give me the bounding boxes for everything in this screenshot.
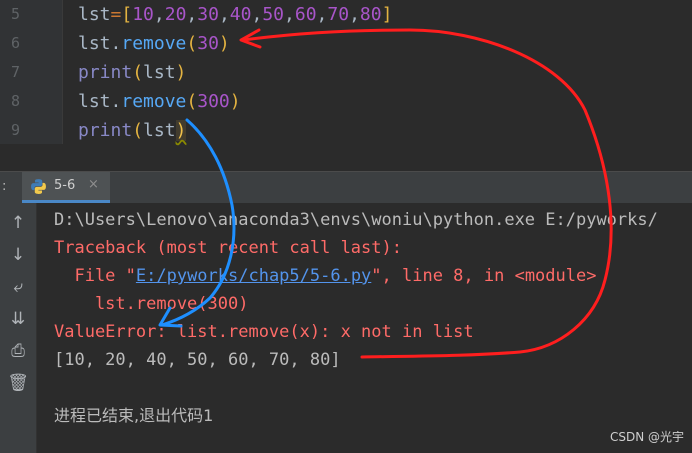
code-token: , xyxy=(349,4,360,25)
traceback-file-line: File "E:/pyworks/chap5/5-6.py", line 8, … xyxy=(54,262,596,290)
trash-icon[interactable]: 🗑 xyxy=(6,371,30,395)
code-token: print xyxy=(78,62,133,83)
code-token: 70 xyxy=(327,4,350,25)
code-text: lst.remove(300) xyxy=(78,87,241,116)
code-token: ) xyxy=(229,91,241,112)
code-token: remove xyxy=(121,33,187,54)
line-number: 7 xyxy=(10,63,20,81)
python-icon xyxy=(31,179,46,194)
line-number: 9 xyxy=(10,121,20,139)
code-token: ( xyxy=(186,33,198,54)
code-token: , xyxy=(153,4,165,25)
code-token: , xyxy=(251,4,263,25)
code-text: print(lst) xyxy=(78,116,187,145)
code-token: ( xyxy=(186,91,198,112)
code-token: ) xyxy=(218,33,230,54)
traceback-header: Traceback (most recent call last): xyxy=(54,238,402,258)
console-output[interactable]: D:\Users\Lenovo\anaconda3\envs\woniu\pyt… xyxy=(37,203,692,453)
code-token: , xyxy=(316,4,328,25)
code-token: ) xyxy=(175,62,187,83)
code-token: , xyxy=(186,4,198,25)
exit-status: 进程已结束,退出代码1 xyxy=(54,406,214,425)
file-link[interactable]: E:/pyworks/chap5/5-6.py xyxy=(136,266,371,286)
code-token: lst. xyxy=(78,33,122,54)
code-line[interactable]: 8 lst.remove(300) xyxy=(0,87,692,116)
code-token: print xyxy=(78,120,133,141)
code-token: 30 xyxy=(197,33,219,54)
line-number: 8 xyxy=(10,92,20,110)
code-token: , xyxy=(218,4,230,25)
code-token: 300 xyxy=(197,91,230,112)
code-token: ( xyxy=(132,62,144,83)
code-text: lst.remove(30) xyxy=(78,29,230,58)
code-token: lst xyxy=(78,4,111,25)
code-line[interactable]: 7 print(lst) xyxy=(0,58,692,87)
code-token: ) xyxy=(175,120,187,141)
print-icon[interactable]: ⎙ xyxy=(6,339,30,363)
scroll-up-icon[interactable]: ↑ xyxy=(6,211,30,235)
code-token: 30 xyxy=(197,4,219,25)
file-prefix: File " xyxy=(54,266,136,286)
code-editor[interactable]: 5 lst=[10,20,30,40,50,60,70,80] 6 lst.remov… xyxy=(0,0,692,144)
code-token: lst xyxy=(143,120,176,141)
traceback-code: lst.remove(300) xyxy=(54,294,249,314)
code-token: 60 xyxy=(294,4,317,25)
console-command: D:\Users\Lenovo\anaconda3\envs\woniu\pyt… xyxy=(54,210,658,230)
run-tab-prefix: : xyxy=(2,179,7,194)
code-text: lst=[10,20,30,40,50,60,70,80] xyxy=(78,0,392,29)
run-tab-label: 5-6 xyxy=(54,178,76,193)
line-number: 5 xyxy=(10,5,20,23)
run-panel-header: : 5-6 × xyxy=(0,171,692,204)
error-message: ValueError: list.remove(x): x not in lis… xyxy=(54,322,474,342)
file-suffix: ", line 8, in <module> xyxy=(371,266,597,286)
code-token: lst. xyxy=(78,91,122,112)
run-tab-5-6[interactable]: 5-6 × xyxy=(22,172,110,203)
code-token: 50 xyxy=(262,4,285,25)
code-token: , xyxy=(284,4,295,25)
code-token: 40 xyxy=(229,4,252,25)
run-toolbar: ↑ ↓ ⤶ ⇊ ⎙ 🗑 xyxy=(0,203,37,453)
code-token: [ xyxy=(121,4,133,25)
code-token: remove xyxy=(121,91,187,112)
code-token: 20 xyxy=(164,4,187,25)
code-token: ( xyxy=(132,120,144,141)
code-token: ] xyxy=(381,4,393,25)
code-text: print(lst) xyxy=(78,58,186,87)
soft-wrap-icon[interactable]: ⤶ xyxy=(6,275,30,299)
code-line[interactable]: 5 lst=[10,20,30,40,50,60,70,80] xyxy=(0,0,692,29)
code-token: 80 xyxy=(359,4,382,25)
scroll-down-icon[interactable]: ↓ xyxy=(6,243,30,267)
printed-output: [10, 20, 40, 50, 60, 70, 80] xyxy=(54,350,341,370)
code-token: lst xyxy=(143,62,176,83)
code-token: 10 xyxy=(132,4,154,25)
code-token: = xyxy=(110,4,122,25)
code-line[interactable]: 9 print(lst) xyxy=(0,116,692,145)
close-icon[interactable]: × xyxy=(88,177,99,192)
code-line[interactable]: 6 lst.remove(30) xyxy=(0,29,692,58)
scroll-to-end-icon[interactable]: ⇊ xyxy=(6,307,30,331)
line-number: 6 xyxy=(10,34,20,52)
watermark: CSDN @光宇 xyxy=(609,430,684,444)
